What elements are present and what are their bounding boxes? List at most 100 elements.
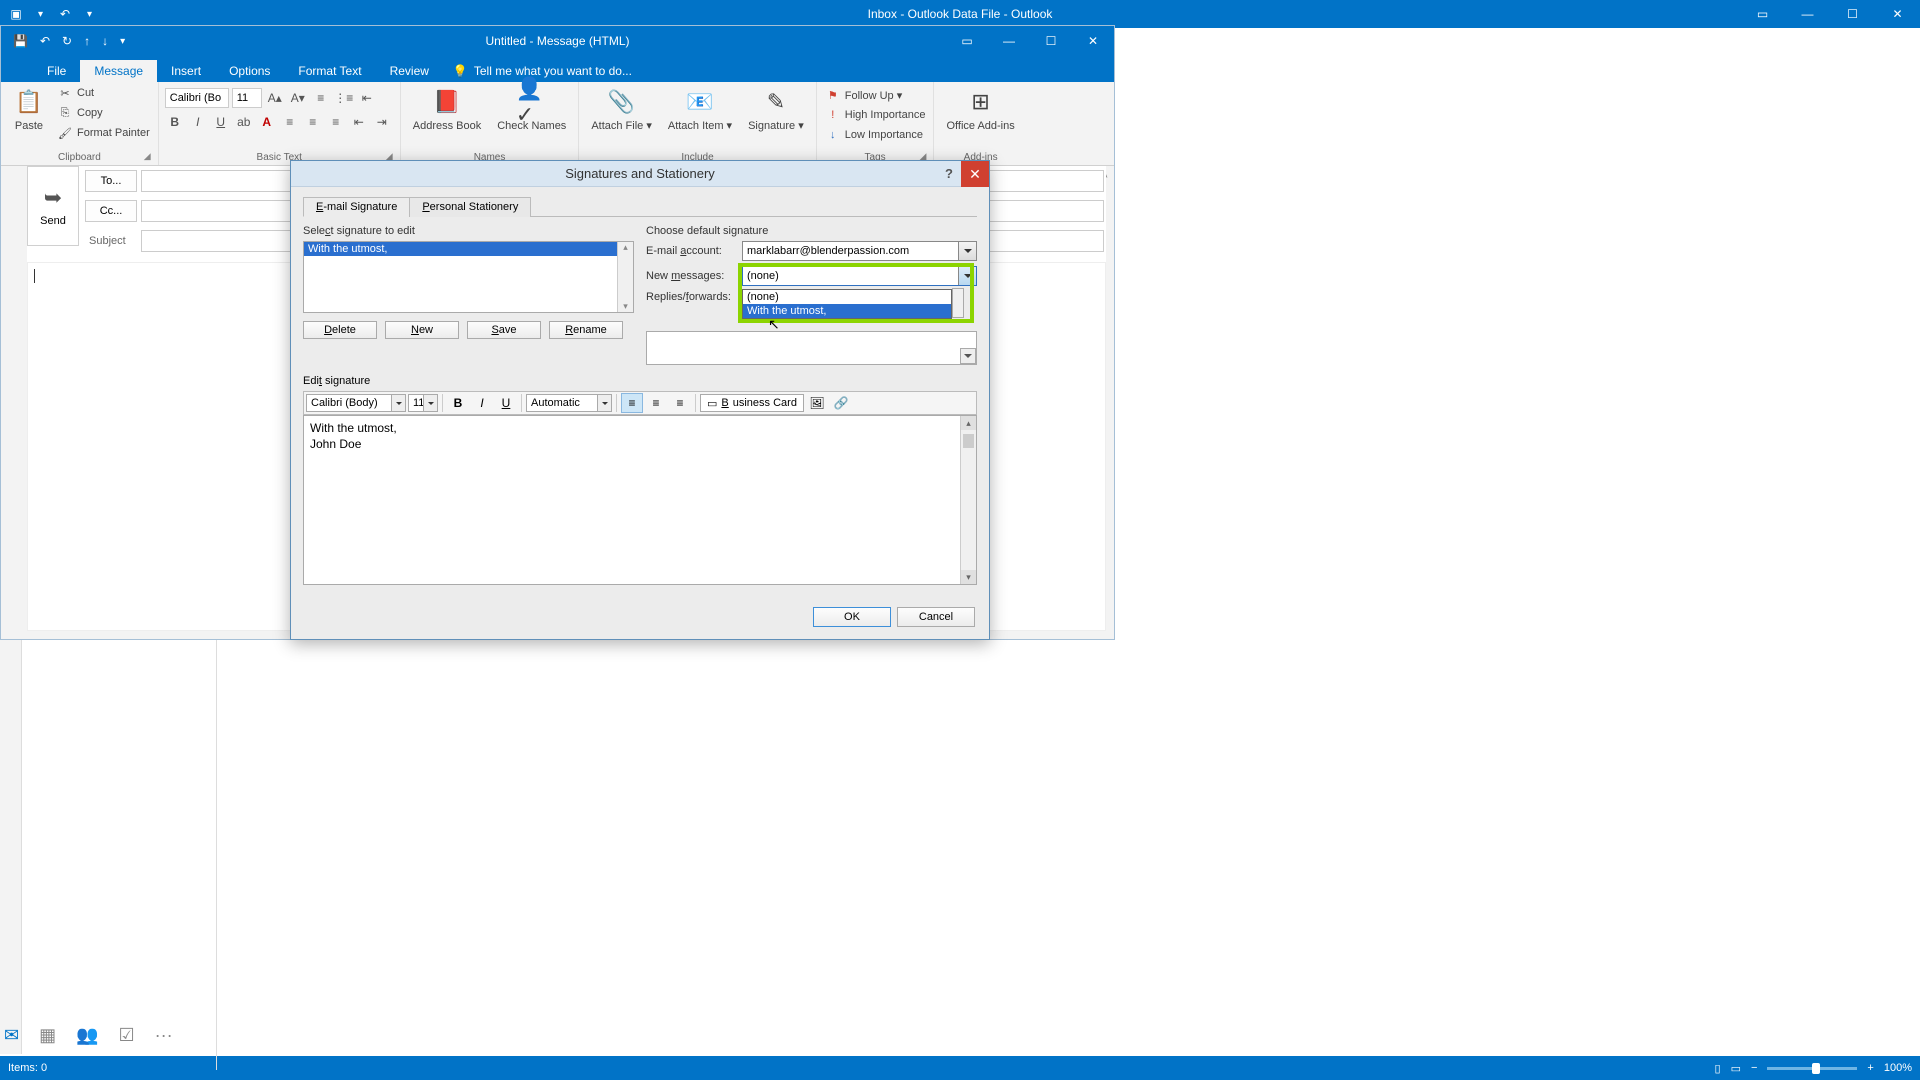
business-card-button[interactable]: ▭Business Card [700, 394, 804, 412]
edit-font-combo[interactable]: Calibri (Body) [306, 394, 406, 412]
prev-icon[interactable]: ↑ [84, 34, 90, 48]
ribbon-opts-icon[interactable]: ▭ [946, 26, 988, 56]
bullets-icon[interactable]: ≡ [311, 88, 331, 108]
low-importance-button[interactable]: ↓Low Importance [823, 126, 928, 144]
dialog-titlebar[interactable]: Signatures and Stationery ? ✕ [291, 161, 989, 187]
outlook-close-icon[interactable]: ✕ [1875, 0, 1920, 28]
editor-scrollbar[interactable]: ▴▾ [960, 416, 976, 584]
insert-picture-icon[interactable]: 🖼 [806, 393, 828, 413]
replies-combo-expanded[interactable] [646, 331, 977, 365]
chevron-down-icon[interactable] [958, 242, 976, 260]
send-button[interactable]: ➥ Send [27, 166, 79, 246]
shrink-font-icon[interactable]: A▾ [288, 88, 308, 108]
tab-format-text[interactable]: Format Text [284, 60, 375, 82]
chevron-down-icon[interactable] [391, 395, 405, 411]
msg-maximize-icon[interactable]: ☐ [1030, 26, 1072, 56]
chevron-down-icon[interactable] [960, 348, 976, 364]
attach-file-button[interactable]: 📎Attach File ▾ [585, 84, 658, 134]
calendar-icon[interactable]: ▦ [39, 1025, 56, 1046]
numbering-icon[interactable]: ⋮≡ [334, 88, 354, 108]
dialog-close-icon[interactable]: ✕ [961, 161, 989, 187]
undo-icon[interactable]: ↶ [40, 34, 50, 48]
tasks-icon[interactable]: ☑ [119, 1025, 135, 1046]
chevron-down-icon[interactable] [958, 267, 976, 285]
tab-file[interactable]: File [33, 60, 80, 82]
font-color-icon[interactable]: A [257, 112, 277, 132]
msg-minimize-icon[interactable]: — [988, 26, 1030, 56]
outlook-ribbon-opts-icon[interactable]: ▭ [1740, 0, 1785, 28]
signature-list-item[interactable]: With the utmost, [304, 242, 633, 256]
cancel-button[interactable]: Cancel [897, 607, 975, 627]
new-messages-dropdown[interactable]: (none) With the utmost, [742, 289, 952, 319]
high-importance-button[interactable]: !High Importance [823, 106, 928, 124]
dialog-help-icon[interactable]: ? [937, 163, 961, 185]
cut-button[interactable]: ✂Cut [55, 84, 152, 102]
zoom-in-icon[interactable]: + [1867, 1062, 1873, 1074]
tab-options[interactable]: Options [215, 60, 284, 82]
paste-button[interactable]: 📋Paste [7, 84, 51, 134]
highlight-icon[interactable]: ab [234, 112, 254, 132]
msg-close-icon[interactable]: ✕ [1072, 26, 1114, 56]
new-button[interactable]: New [385, 321, 459, 339]
rename-button[interactable]: Rename [549, 321, 623, 339]
edit-size-combo[interactable]: 11 [408, 394, 438, 412]
tab-personal-stationery[interactable]: Personal Stationery [409, 197, 531, 217]
new-messages-combo[interactable]: (none) [742, 266, 977, 286]
edit-underline-icon[interactable]: U [495, 393, 517, 413]
edit-align-left-icon[interactable]: ≡ [621, 393, 643, 413]
copy-button[interactable]: ⎘Copy [55, 104, 152, 122]
chevron-down-icon[interactable] [423, 395, 437, 411]
outdent-icon[interactable]: ⇤ [357, 88, 377, 108]
edit-bold-icon[interactable]: B [447, 393, 469, 413]
indent-right-icon[interactable]: ⇥ [372, 112, 392, 132]
next-icon[interactable]: ↓ [102, 34, 108, 48]
ok-button[interactable]: OK [813, 607, 891, 627]
tab-email-signature[interactable]: E-mail Signature [303, 197, 410, 217]
font-combo[interactable]: Calibri (Bo [165, 88, 229, 108]
signature-editor[interactable]: With the utmost, John Doe ▴▾ [303, 415, 977, 585]
undo-icon[interactable]: ↶ [57, 6, 73, 22]
dropdown-option-signature[interactable]: With the utmost, [743, 304, 951, 318]
save-button[interactable]: Save [467, 321, 541, 339]
outlook-maximize-icon[interactable]: ☐ [1830, 0, 1875, 28]
tab-message[interactable]: Message [80, 60, 157, 82]
office-addins-button[interactable]: ⊞Office Add-ins [940, 84, 1020, 134]
scrollbar[interactable]: ▴▾ [617, 242, 633, 312]
dropdown-option-none[interactable]: (none) [743, 290, 951, 304]
edit-italic-icon[interactable]: I [471, 393, 493, 413]
chevron-down-icon[interactable] [597, 395, 611, 411]
zoom-value[interactable]: 100% [1884, 1062, 1912, 1074]
qat-more-icon[interactable]: ▾ [120, 36, 125, 47]
edit-align-center-icon[interactable]: ≡ [645, 393, 667, 413]
align-right-icon[interactable]: ≡ [326, 112, 346, 132]
qat-customize-icon[interactable]: ▾ [38, 9, 43, 20]
zoom-slider[interactable] [1767, 1067, 1857, 1070]
bold-icon[interactable]: B [165, 112, 185, 132]
email-account-combo[interactable]: marklabarr@blenderpassion.com [742, 241, 977, 261]
dropdown-scrollbar[interactable] [952, 288, 964, 318]
view-reading-icon[interactable]: ▭ [1731, 1062, 1741, 1075]
underline-icon[interactable]: U [211, 112, 231, 132]
tab-review[interactable]: Review [376, 60, 443, 82]
cc-button[interactable]: Cc... [85, 200, 137, 222]
zoom-out-icon[interactable]: − [1751, 1062, 1757, 1074]
follow-up-button[interactable]: ⚑Follow Up ▾ [823, 86, 928, 104]
align-left-icon[interactable]: ≡ [280, 112, 300, 132]
delete-button[interactable]: Delete [303, 321, 377, 339]
tab-insert[interactable]: Insert [157, 60, 215, 82]
people-icon[interactable]: 👥 [76, 1025, 98, 1046]
signature-list[interactable]: With the utmost, ▴▾ [303, 241, 634, 313]
signature-button[interactable]: ✎Signature ▾ [742, 84, 810, 134]
address-book-button[interactable]: 📕Address Book [407, 84, 487, 134]
font-size-combo[interactable]: 11 [232, 88, 262, 108]
to-button[interactable]: To... [85, 170, 137, 192]
indent-left-icon[interactable]: ⇤ [349, 112, 369, 132]
align-center-icon[interactable]: ≡ [303, 112, 323, 132]
edit-align-right-icon[interactable]: ≡ [669, 393, 691, 413]
outlook-minimize-icon[interactable]: — [1785, 0, 1830, 28]
italic-icon[interactable]: I [188, 112, 208, 132]
edit-color-combo[interactable]: Automatic [526, 394, 612, 412]
grow-font-icon[interactable]: A▴ [265, 88, 285, 108]
format-painter-button[interactable]: 🖌Format Painter [55, 124, 152, 142]
insert-link-icon[interactable]: 🔗 [830, 393, 852, 413]
